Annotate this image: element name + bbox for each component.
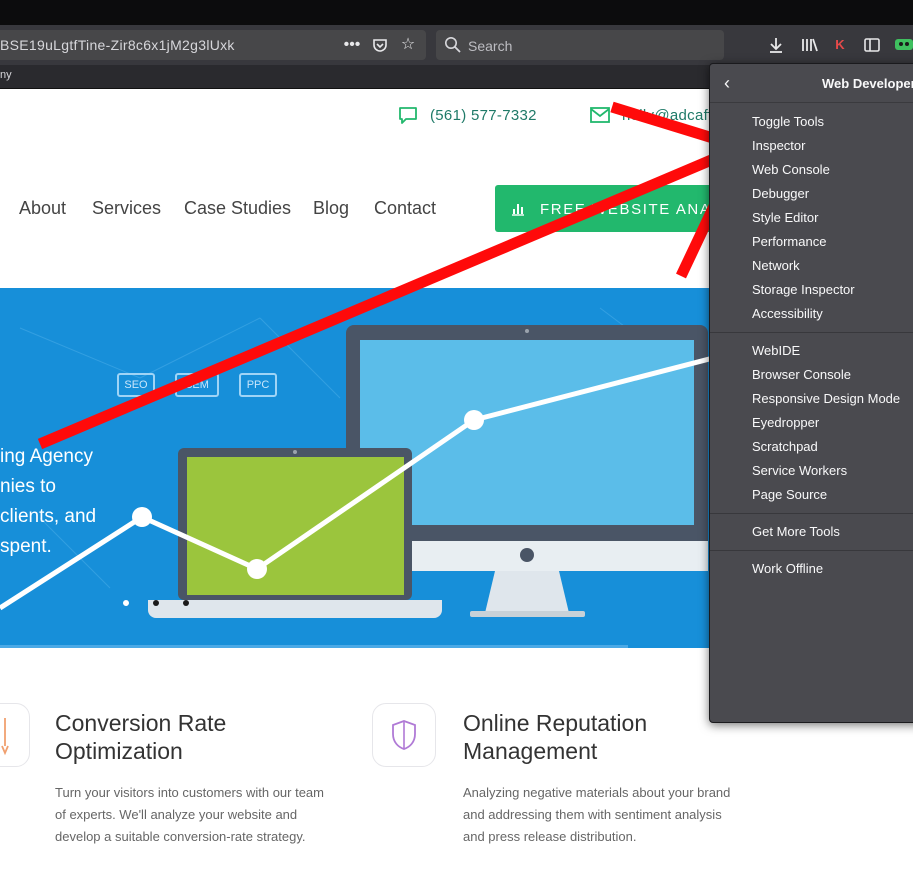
menu-get-more-tools[interactable]: Get More Tools <box>752 523 840 541</box>
panel-header: ‹ Web Developer <box>710 64 913 103</box>
menu-responsive-design-mode[interactable]: Responsive Design Mode <box>752 390 900 408</box>
feature-icon-box-2 <box>372 703 436 767</box>
menu-performance[interactable]: Performance <box>752 233 826 251</box>
feature-2-title: Online Reputation Management <box>463 709 647 765</box>
menu-page-source[interactable]: Page Source <box>752 486 827 504</box>
nav-contact[interactable]: Contact <box>374 198 436 219</box>
feature-1-title: Conversion Rate Optimization <box>55 709 226 765</box>
menu-debugger[interactable]: Debugger <box>752 185 809 203</box>
feature-1-description: Turn your visitors into customers with o… <box>55 782 324 848</box>
feature-1-desc-line-3: develop a suitable conversion-rate strat… <box>55 829 306 844</box>
cta-label: FREE WEBSITE ANALY <box>540 201 732 218</box>
shield-icon <box>392 720 416 750</box>
feature-1-title-line-2: Optimization <box>55 738 183 764</box>
menu-inspector[interactable]: Inspector <box>752 137 805 155</box>
extension-green-icon[interactable] <box>892 34 913 56</box>
phone-number[interactable]: (561) 577-7332 <box>430 107 537 124</box>
menu-accessibility[interactable]: Accessibility <box>752 305 823 323</box>
header-email[interactable]: holly@adcaff <box>590 104 712 126</box>
bookmark-star-icon[interactable]: ☆ <box>398 35 418 55</box>
feature-icon-box-1 <box>0 703 30 767</box>
hero-text-line-1: ing Agency <box>0 446 93 467</box>
search-bar[interactable]: Search <box>436 30 724 60</box>
window-titlebar <box>0 0 913 25</box>
bar-chart-icon <box>512 204 524 216</box>
pocket-icon[interactable] <box>370 35 390 55</box>
url-text[interactable]: BSE19uLgtfTine-Zir8c6x1jM2g3lUxk <box>0 37 235 53</box>
menu-scratchpad[interactable]: Scratchpad <box>752 438 818 456</box>
pencil-icon <box>1 718 9 756</box>
feature-1-desc-line-1: Turn your visitors into customers with o… <box>55 785 324 800</box>
feature-2-desc-line-1: Analyzing negative materials about your … <box>463 785 731 800</box>
menu-storage-inspector[interactable]: Storage Inspector <box>752 281 855 299</box>
hero-divider <box>0 645 628 648</box>
menu-web-console[interactable]: Web Console <box>752 161 830 179</box>
hero-illustration <box>0 307 713 618</box>
menu-work-offline[interactable]: Work Offline <box>752 560 823 578</box>
free-analysis-button[interactable]: FREE WEBSITE ANALY <box>495 185 730 232</box>
sidebar-icon[interactable] <box>860 34 884 56</box>
menu-toggle-tools[interactable]: Toggle Tools <box>752 113 824 131</box>
feature-2-desc-line-3: and press release distribution. <box>463 829 637 844</box>
menu-webide[interactable]: WebIDE <box>752 342 800 360</box>
nav-blog[interactable]: Blog <box>313 198 349 219</box>
panel-title: Web Developer <box>822 76 913 91</box>
hero-tag-sem: SEM <box>175 373 219 397</box>
more-icon[interactable]: ••• <box>342 35 362 55</box>
nav-about[interactable]: About <box>19 198 66 219</box>
hero-tag-ppc: PPC <box>239 373 277 397</box>
phone-chat-icon <box>399 107 417 124</box>
menu-separator <box>710 550 913 551</box>
feature-2-description: Analyzing negative materials about your … <box>463 782 730 848</box>
search-placeholder: Search <box>468 38 513 54</box>
web-developer-menu: ‹ Web Developer Toggle Tools Inspector W… <box>709 63 913 723</box>
menu-network[interactable]: Network <box>752 257 800 275</box>
hero-text-line-4: spent. <box>0 536 52 557</box>
download-icon[interactable] <box>764 34 788 56</box>
menu-separator <box>710 332 913 333</box>
search-icon <box>445 37 461 53</box>
hero-text-line-2: nies to <box>0 476 56 497</box>
hero-text-line-3: clients, and <box>0 506 97 527</box>
menu-eyedropper[interactable]: Eyedropper <box>752 414 819 432</box>
feature-1-title-line-1: Conversion Rate <box>55 710 227 736</box>
feature-1-desc-line-2: of experts. We'll analyze your website a… <box>55 807 298 822</box>
email-icon <box>590 107 610 123</box>
nav-case-studies[interactable]: Case Studies <box>184 198 291 219</box>
library-icon[interactable] <box>797 34 821 56</box>
feature-2-desc-line-2: and addressing them with sentiment analy… <box>463 807 722 822</box>
menu-separator <box>710 513 913 514</box>
email-address[interactable]: holly@adcaff <box>622 107 712 124</box>
hero-tag-seo: SEO <box>117 373 155 397</box>
bookmark-item[interactable]: ny <box>0 69 12 81</box>
menu-browser-console[interactable]: Browser Console <box>752 366 851 384</box>
nav-services[interactable]: Services <box>92 198 161 219</box>
hero-banner <box>0 288 713 648</box>
header-phone[interactable]: (561) 577-7332 <box>398 104 537 126</box>
menu-style-editor[interactable]: Style Editor <box>752 209 818 227</box>
extension-k-icon[interactable]: K <box>828 34 852 56</box>
url-bar[interactable]: BSE19uLgtfTine-Zir8c6x1jM2g3lUxk ••• ☆ <box>0 30 426 60</box>
menu-service-workers[interactable]: Service Workers <box>752 462 847 480</box>
back-chevron-icon[interactable]: ‹ <box>724 73 730 94</box>
feature-2-title-line-1: Online Reputation <box>463 710 648 736</box>
feature-2-title-line-2: Management <box>463 738 598 764</box>
